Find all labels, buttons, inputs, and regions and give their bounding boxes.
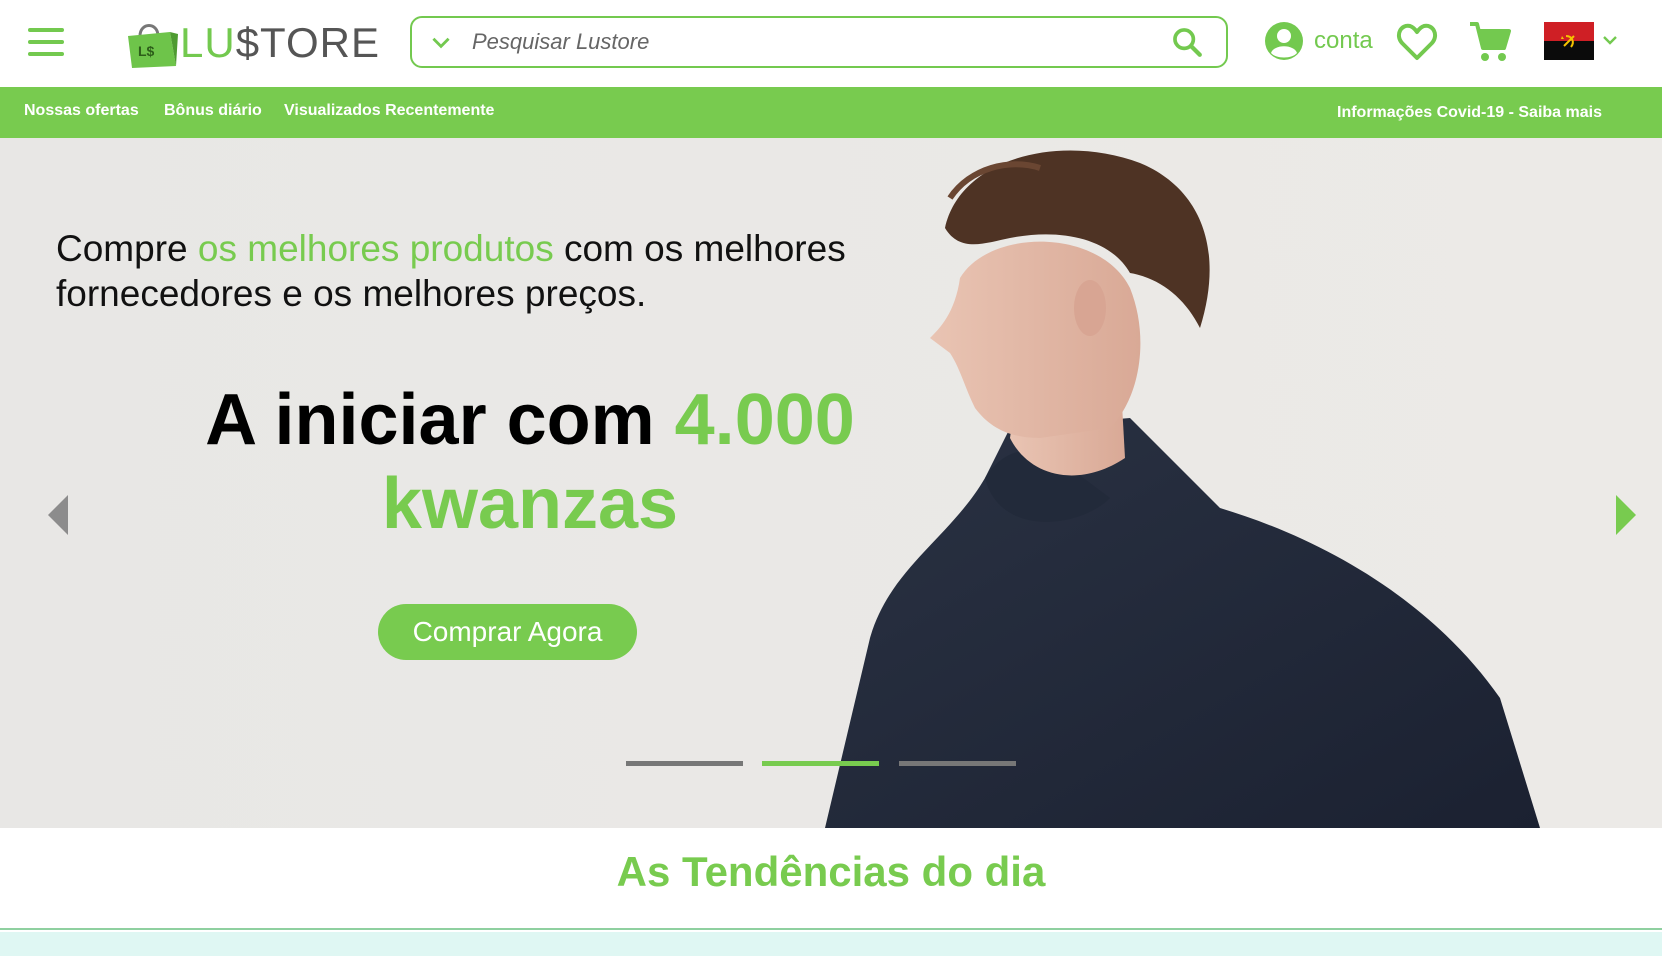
section-strip bbox=[0, 932, 1662, 956]
shopping-bag-icon: L$ bbox=[128, 24, 178, 68]
heart-icon[interactable] bbox=[1396, 22, 1438, 62]
nav-covid-info[interactable]: Informações Covid-19 - Saiba mais bbox=[1337, 104, 1602, 122]
svg-text:L$: L$ bbox=[138, 43, 155, 59]
trends-title: As Tendências do dia bbox=[616, 848, 1046, 895]
logo-text: LU$TORE bbox=[180, 19, 380, 66]
angola-flag-icon[interactable] bbox=[1544, 22, 1594, 60]
chevron-down-icon[interactable] bbox=[1600, 30, 1620, 50]
carousel-dot-2[interactable] bbox=[762, 761, 879, 766]
search-icon[interactable] bbox=[1170, 25, 1204, 59]
nav-visualizados-recentemente[interactable]: Visualizados Recentemente bbox=[284, 102, 494, 120]
trends-section: As Tendências do dia bbox=[0, 828, 1662, 930]
hero-headline: A iniciar com 4.000 kwanzas bbox=[205, 380, 855, 544]
nav-nossas-ofertas[interactable]: Nossas ofertas bbox=[24, 102, 139, 120]
top-header: L$ LU$TORE conta bbox=[0, 0, 1662, 87]
cart-icon[interactable] bbox=[1468, 20, 1512, 64]
menu-icon[interactable] bbox=[28, 28, 64, 56]
account-link[interactable]: conta bbox=[1264, 21, 1373, 61]
category-bar: Nossas ofertas Bônus diário Visualizados… bbox=[0, 87, 1662, 138]
buy-now-button[interactable]: Comprar Agora bbox=[378, 604, 637, 660]
nav-bonus-diario[interactable]: Bônus diário bbox=[164, 102, 262, 120]
carousel-dot-3[interactable] bbox=[899, 761, 1016, 766]
carousel-dot-1[interactable] bbox=[626, 761, 743, 766]
chevron-down-icon[interactable] bbox=[428, 29, 454, 55]
logo[interactable]: L$ LU$TORE bbox=[124, 16, 380, 70]
search-input[interactable] bbox=[472, 20, 1170, 64]
hero-tagline: Compre os melhores produtos com os melho… bbox=[56, 228, 846, 314]
chevron-left-icon[interactable] bbox=[44, 493, 74, 537]
user-icon bbox=[1265, 22, 1303, 60]
account-label: conta bbox=[1314, 27, 1373, 54]
search-bar bbox=[410, 16, 1228, 68]
hero-banner: Compre os melhores produtos com os melho… bbox=[0, 138, 1662, 828]
chevron-right-icon[interactable] bbox=[1610, 493, 1640, 537]
